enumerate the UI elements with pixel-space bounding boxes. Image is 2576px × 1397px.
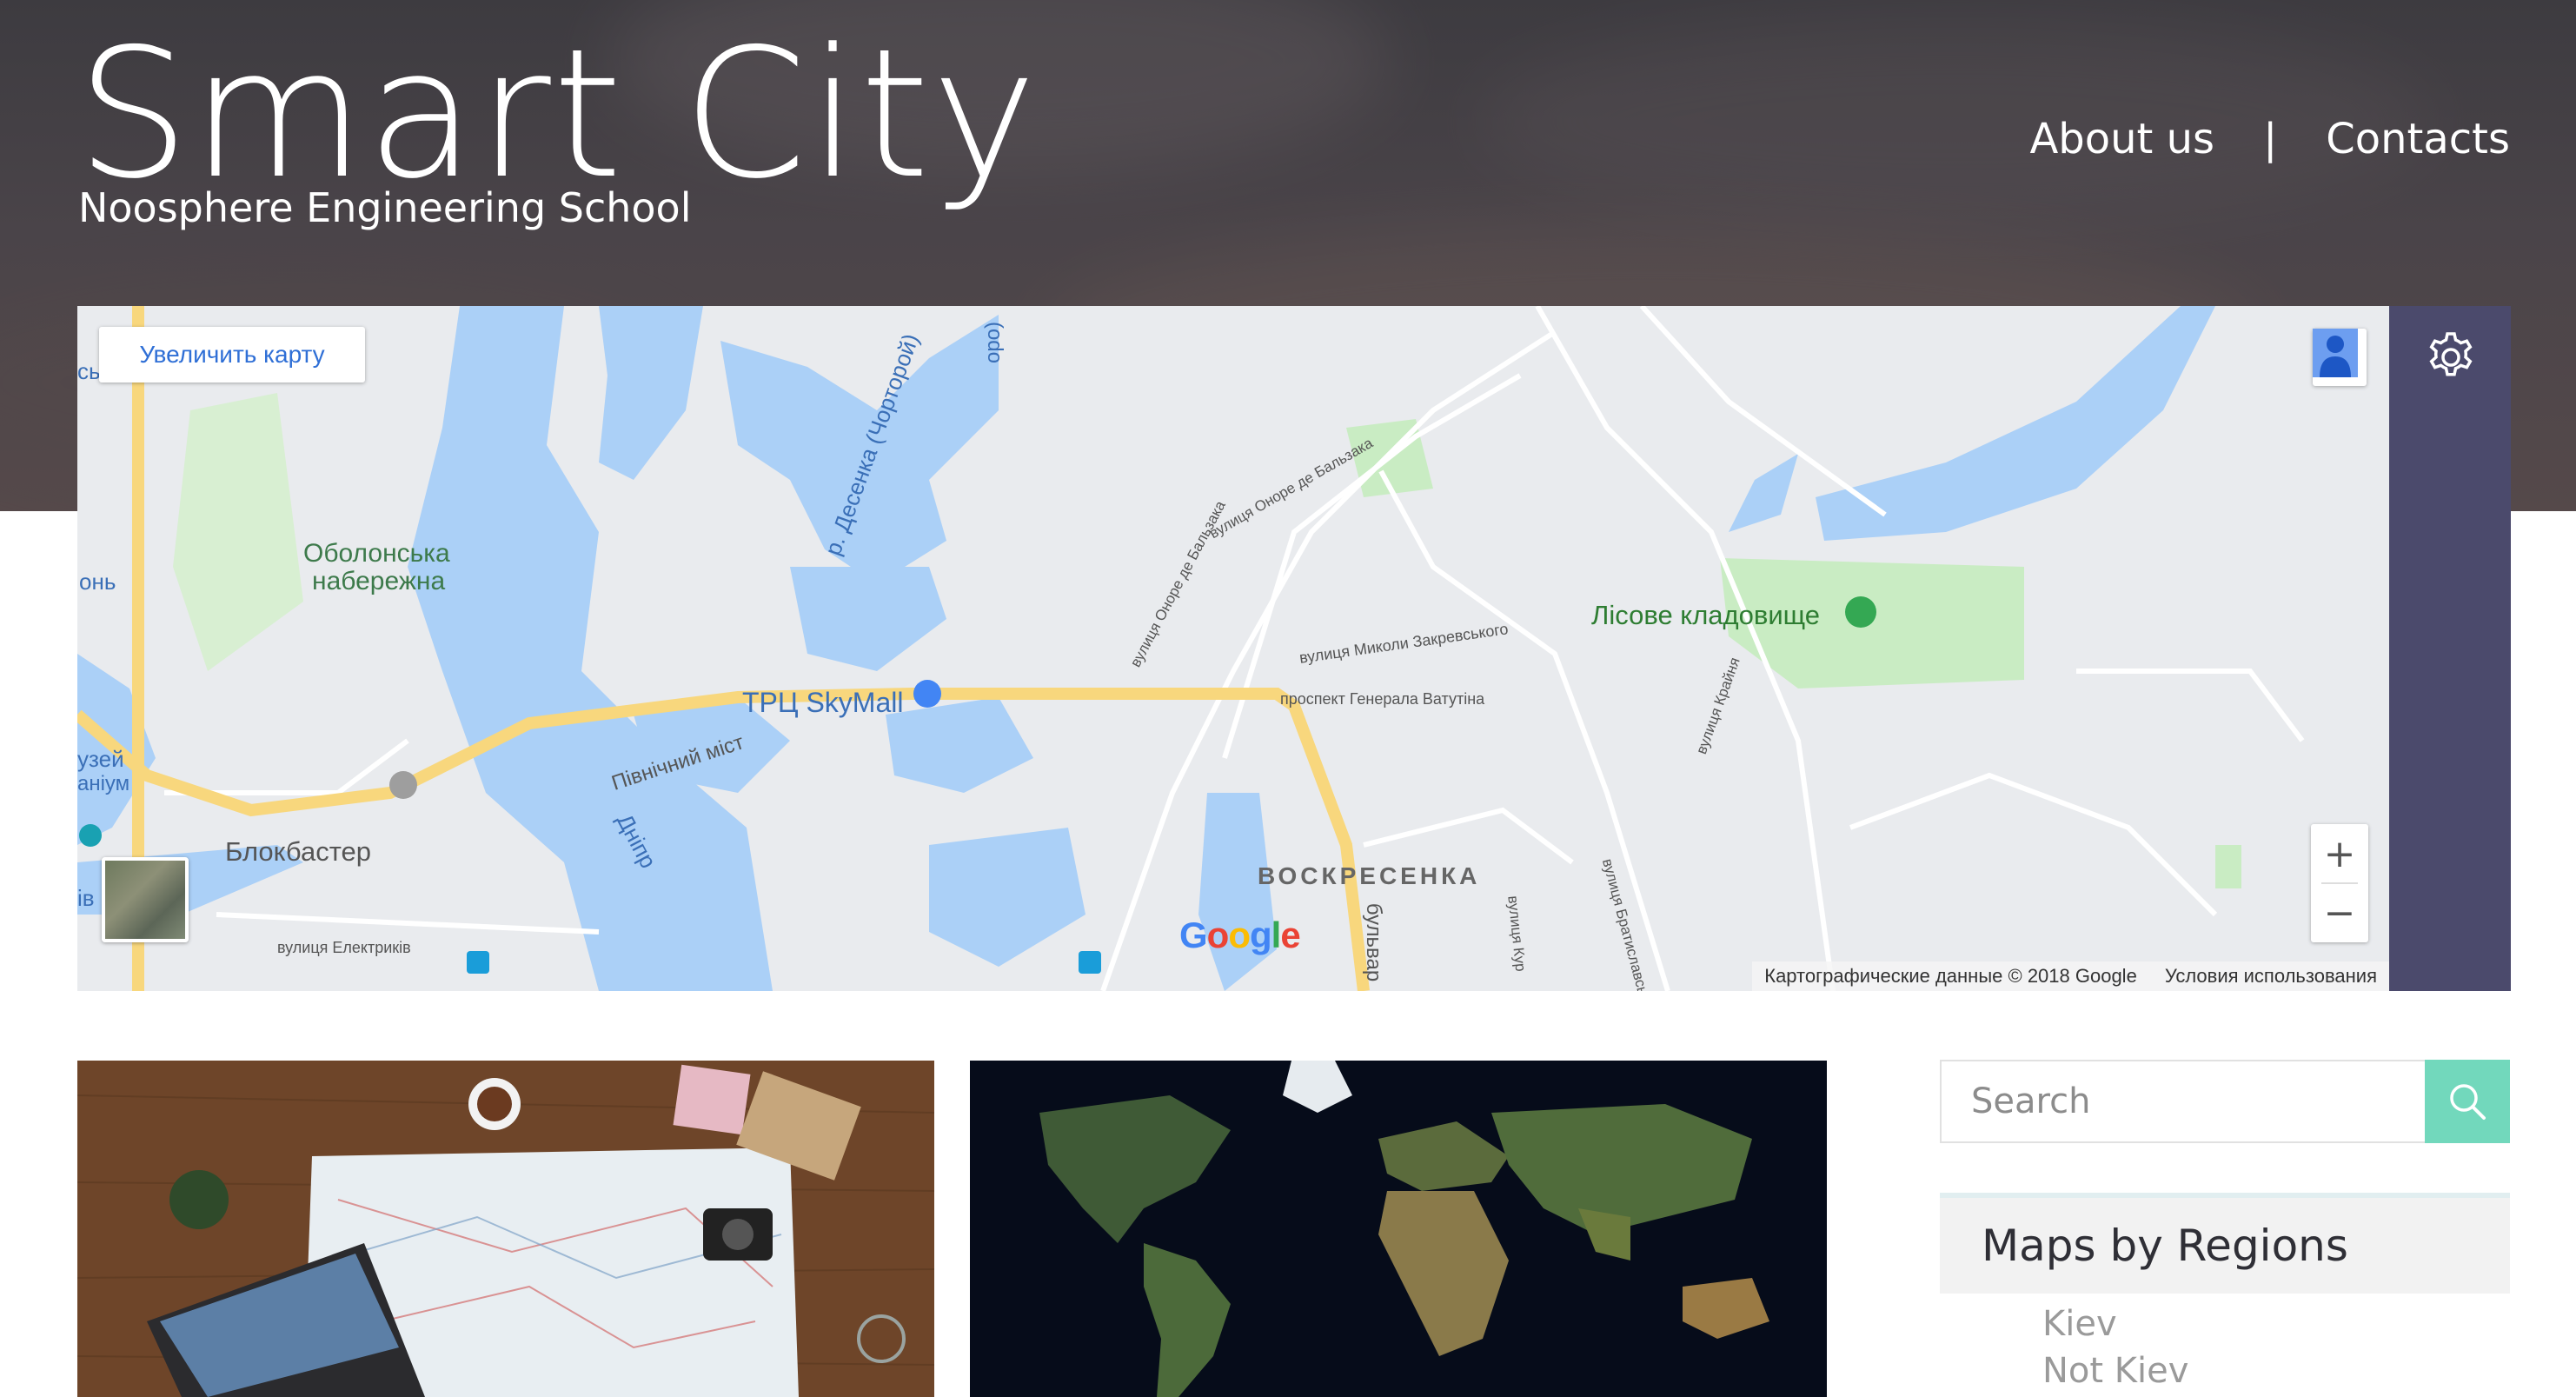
logo-letter: l xyxy=(1271,915,1282,955)
desk-image xyxy=(77,1061,934,1397)
street-view-button[interactable] xyxy=(2313,329,2367,386)
region-item-kiev[interactable]: Kiev xyxy=(2042,1301,2510,1347)
zoom-control: + − xyxy=(2311,824,2368,942)
map-attribution: Картографические данные © 2018 Google Ус… xyxy=(1752,961,2389,991)
logo-letter: o xyxy=(1228,915,1251,955)
regions-panel: Maps by Regions Kiev Not Kiev xyxy=(1940,1193,2510,1394)
transit-icon xyxy=(467,951,489,974)
search-button[interactable] xyxy=(2425,1060,2510,1143)
river-dnipro xyxy=(408,306,773,991)
logo-letter: e xyxy=(1280,915,1300,955)
zoom-out-button[interactable]: − xyxy=(2311,883,2368,942)
regions-title: Maps by Regions xyxy=(1940,1193,2510,1294)
map-label-obolon-2: набережна xyxy=(312,567,446,595)
water-area xyxy=(929,828,1086,967)
pegman-icon xyxy=(2313,329,2358,377)
nav-separator: | xyxy=(2263,115,2278,163)
map-label-vatutina: проспект Генерала Ватутіна xyxy=(1280,690,1485,708)
enlarge-map-button[interactable]: Увеличить карту xyxy=(99,327,365,383)
map-label-left-onh: онь xyxy=(79,569,116,595)
cemetery-pin xyxy=(1845,596,1876,628)
mall-pin xyxy=(913,680,941,708)
site-subtitle: Noosphere Engineering School xyxy=(78,184,692,231)
museum-icon xyxy=(79,824,102,847)
water-area xyxy=(599,306,703,480)
logo-letter: g xyxy=(1249,915,1272,955)
map-data-credit[interactable]: Картографические данные © 2018 Google xyxy=(1764,965,2137,988)
park-area xyxy=(173,393,303,671)
terms-link[interactable]: Условия использования xyxy=(2165,965,2377,988)
water-area xyxy=(1729,454,1798,532)
world-image xyxy=(970,1061,1827,1397)
map-label-lisove[interactable]: Лісове кладовище xyxy=(1591,600,1820,631)
world-map-photo[interactable] xyxy=(970,1061,1827,1397)
logo-letter: G xyxy=(1179,915,1208,955)
site-title[interactable]: Smart City xyxy=(76,26,1039,204)
map-label-left-muzei: узей xyxy=(77,746,124,772)
map-section: Оболонська набережна ТРЦ SkyMall Лісове … xyxy=(77,306,2511,991)
travel-map-photo[interactable] xyxy=(77,1061,934,1397)
satellite-layer-toggle[interactable] xyxy=(102,857,189,942)
map-label-blockbuster[interactable]: Блокбастер xyxy=(225,836,371,868)
transit-icon xyxy=(1079,951,1101,974)
map-label-left-sb: сь xyxy=(77,358,101,384)
search-input[interactable] xyxy=(1940,1060,2425,1143)
google-map[interactable]: Оболонська набережна ТРЦ SkyMall Лісове … xyxy=(77,306,2389,991)
map-label-voskresenka: ВОСКРЕСЕНКА xyxy=(1258,862,1481,889)
zoom-in-button[interactable]: + xyxy=(2311,824,2368,883)
nav-about-link[interactable]: About us xyxy=(2029,115,2214,163)
water-area xyxy=(1198,793,1277,991)
search-icon xyxy=(2450,1084,2486,1120)
map-label-elektrykiv: вулиця Електриків xyxy=(277,939,411,956)
google-logo: Google xyxy=(1179,915,1301,956)
gear-icon[interactable] xyxy=(2422,329,2480,386)
map-canvas xyxy=(77,306,2305,991)
map-sidebar xyxy=(2389,306,2511,991)
nav-contacts-link[interactable]: Contacts xyxy=(2326,115,2510,163)
map-label-skymall[interactable]: ТРЦ SkyMall xyxy=(742,687,903,719)
water-area xyxy=(886,697,1033,793)
map-label-left-ib: ів xyxy=(77,885,95,911)
map-label-top-road: оро) xyxy=(981,321,1006,364)
water-area xyxy=(790,567,946,671)
park-area xyxy=(2215,845,2241,888)
place-pin xyxy=(389,771,417,799)
search-form xyxy=(1940,1060,2510,1143)
regions-list: Kiev Not Kiev xyxy=(1940,1301,2510,1394)
region-item-not-kiev[interactable]: Not Kiev xyxy=(2042,1347,2510,1394)
map-label-bulvar: бульвар xyxy=(1362,902,1386,982)
top-nav: About us | Contacts xyxy=(2029,115,2510,163)
map-label-left-aniium: аніум xyxy=(77,772,130,795)
map-label-obolon: Оболонська xyxy=(303,539,450,568)
logo-letter: o xyxy=(1206,915,1230,955)
